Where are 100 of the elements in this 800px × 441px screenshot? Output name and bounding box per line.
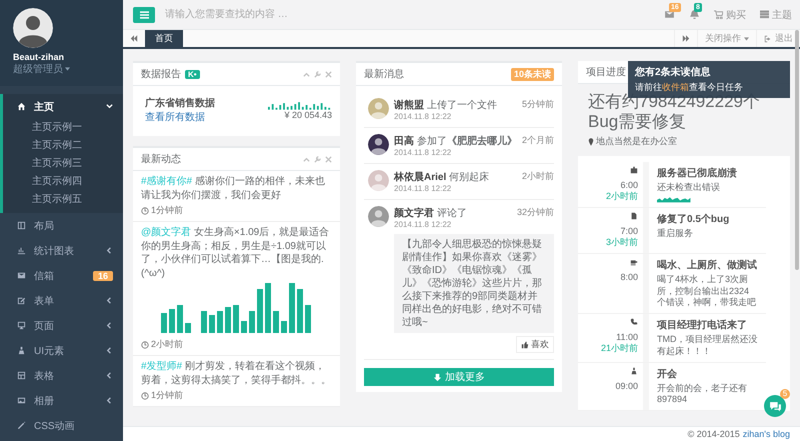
menu-item[interactable]: 表格 (0, 363, 123, 388)
sales-amount: ¥ 20 054.43 (284, 110, 332, 120)
close-icon[interactable] (325, 156, 332, 162)
submenu-item[interactable]: 主页示例二 (3, 137, 123, 155)
double-left-icon (130, 35, 138, 42)
image-icon (17, 396, 26, 405)
cup-icon (630, 258, 638, 266)
message-date: 2014.11.8 12:22 (394, 184, 452, 193)
event-title: 服务器已彻底崩溃 (657, 166, 737, 180)
menu-item[interactable]: UI元素 (0, 338, 123, 363)
file-icon (630, 212, 638, 220)
panel-title: 数据报告 (141, 68, 181, 81)
like-button[interactable]: 喜欢 (516, 336, 554, 353)
event-text: 重启服务 (657, 228, 694, 240)
collapse-icon[interactable] (303, 70, 310, 78)
chevron-left-icon (106, 372, 113, 379)
menu-item[interactable]: 布局 (0, 213, 123, 238)
panel-title: 项目进度 (586, 66, 626, 79)
event-title: 喝水、上厕所、做测试 (657, 258, 758, 272)
nav-link[interactable]: 主题 (760, 8, 792, 22)
event-time: 11:00 (616, 332, 638, 342)
post-text: @颜文字君 女生身高×1.09后，就是最适合你的男生身高；相反，男生是÷1.09就可以了，小伙伴们可以试着算下…【图是我的. (^ω^) (141, 226, 330, 280)
view-all-link[interactable]: 查看所有数据 (145, 110, 215, 124)
wrench-icon[interactable] (314, 156, 321, 162)
copyright-text: © 2014-2015 (688, 429, 740, 439)
event-text: 开会前的会，老子还有897894 (657, 382, 748, 406)
toast-message: 请前往收件箱查看今日任务 (635, 81, 743, 94)
unread-badge: 10条未读 (510, 68, 554, 80)
menu-item[interactable]: 表单 (0, 288, 123, 313)
clock-icon (141, 206, 149, 214)
load-more-button[interactable]: 加载更多 (364, 368, 554, 386)
post-time: 1分钟前 (141, 389, 332, 402)
envelope-icon (17, 271, 26, 280)
chat-button[interactable] (764, 395, 786, 417)
chevron-left-icon (106, 247, 113, 254)
event-text: 喝了4杯水，上了3次厕所，控制台输出出2324个错误，神啊，带我走吧 (657, 274, 757, 310)
submenu-item[interactable]: 主页示例四 (3, 173, 123, 191)
wand-icon (17, 421, 26, 430)
menu-item[interactable]: CSS动画 (0, 413, 123, 438)
submenu-item[interactable]: 主页示例三 (3, 155, 123, 173)
list-icon (760, 10, 769, 19)
chevron-left-icon (106, 297, 113, 304)
page-tab[interactable]: 首页 (145, 30, 183, 47)
monitor-icon (17, 321, 26, 330)
search-field[interactable]: 请输入您需要查找的内容 … (163, 8, 656, 21)
envelope-icon[interactable] (664, 9, 675, 20)
message-date: 2014.11.8 12:22 (394, 112, 452, 121)
user-role[interactable]: 超级管理员 (13, 62, 70, 76)
chevron-left-icon (106, 322, 113, 329)
map-pin-icon (588, 138, 594, 146)
close-icon[interactable] (325, 70, 332, 78)
double-right-icon (682, 35, 690, 42)
wrench-icon[interactable] (314, 70, 321, 78)
post-time: 2小时前 (141, 338, 332, 351)
avatar[interactable] (13, 8, 53, 48)
collapse-icon[interactable] (303, 156, 310, 162)
message-time: 2个月前 (522, 134, 554, 147)
menu-button[interactable] (133, 6, 155, 22)
caret-icon (65, 67, 70, 71)
submenu-item[interactable]: 主页示例一 (3, 119, 123, 137)
layout-icon (17, 221, 26, 230)
nav-link[interactable]: 购买 (714, 8, 746, 22)
arrow-down-icon (433, 372, 442, 382)
event-time: 6:00 (620, 180, 638, 190)
chevron-left-icon (106, 397, 113, 404)
chart-icon (17, 246, 26, 255)
menu-item[interactable]: 信箱 16 (0, 263, 123, 288)
bug-count-headline: 还有约79842492229个Bug需要修复 (588, 92, 762, 132)
menu-item[interactable]: 统计图表 (0, 238, 123, 263)
chevron-down-icon (106, 103, 113, 110)
phone-icon (630, 318, 638, 326)
message-text: 林依晨Ariel 何别起床 (394, 170, 490, 184)
event-text: 还未检查出错误 (657, 182, 721, 194)
location-text: 地点当然是在办公室 (588, 135, 780, 148)
event-title: 项目经理打电话来了 (657, 318, 748, 332)
blog-link[interactable]: zihan's blog (742, 429, 790, 439)
logout-icon (764, 34, 772, 42)
event-text: TMD，项目经理居然还没有起床！！！ (657, 334, 758, 358)
message-date: 2014.11.8 12:22 (394, 148, 452, 157)
panel-title: 最新动态 (141, 152, 181, 166)
inbox-link[interactable]: 收件箱 (662, 82, 689, 92)
submenu-item[interactable]: 主页示例五 (3, 191, 123, 209)
event-age: 2小时前 (606, 190, 638, 204)
chat-icon (768, 400, 782, 412)
event-time: 09:00 (615, 380, 638, 391)
user-name[interactable]: Beaut-zihan (13, 52, 123, 62)
avatar[interactable] (368, 134, 389, 155)
menu-item[interactable]: 页面 (0, 313, 123, 338)
menu-item[interactable]: 主页 (0, 94, 123, 119)
menu-item[interactable]: 相册 (0, 388, 123, 413)
scrollbar[interactable] (795, 30, 799, 270)
thumbs-up-icon (521, 340, 529, 348)
home-icon (17, 102, 26, 111)
post-time: 1分钟前 (141, 204, 332, 217)
event-time: 8:00 (620, 272, 638, 282)
message-text: 颜文字君 评论了 (394, 206, 467, 220)
user-icon (630, 366, 638, 375)
briefcase-icon (630, 166, 638, 174)
user-icon (17, 346, 26, 355)
clock-icon (141, 340, 149, 348)
